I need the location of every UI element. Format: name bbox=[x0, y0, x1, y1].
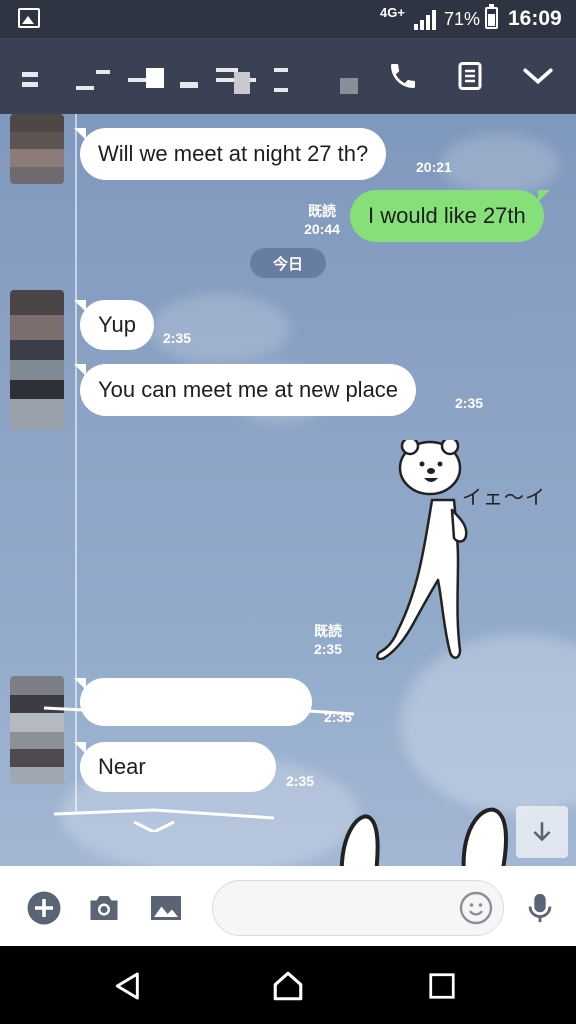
image-icon bbox=[151, 896, 181, 920]
home-button[interactable] bbox=[266, 964, 310, 1008]
message-text: Yup bbox=[98, 312, 136, 337]
message-text: Near bbox=[98, 754, 146, 779]
message-bubble[interactable]: Near bbox=[74, 742, 276, 792]
mic-icon bbox=[528, 893, 552, 923]
notes-button[interactable] bbox=[450, 56, 490, 96]
message-meta: 既読 20:44 bbox=[300, 202, 344, 238]
chat-title[interactable] bbox=[20, 64, 360, 94]
chat-area[interactable]: Will we meet at night 27 th? 20:21 既読 20… bbox=[0, 114, 576, 866]
battery-percent: 71% bbox=[444, 9, 481, 29]
status-bar: 4G+ 71% 16:09 bbox=[0, 0, 576, 38]
back-button[interactable] bbox=[106, 964, 150, 1008]
add-button[interactable] bbox=[24, 888, 64, 928]
message-time: 2:35 bbox=[286, 773, 315, 789]
chevron-down-icon bbox=[523, 68, 553, 85]
chat-header bbox=[0, 38, 576, 114]
gallery-icon bbox=[18, 8, 40, 28]
call-icon bbox=[391, 64, 415, 88]
read-receipt: 既読 bbox=[308, 203, 336, 219]
message-time: 20:44 bbox=[304, 221, 340, 237]
message-text: I would like 27th bbox=[368, 203, 526, 228]
battery-icon bbox=[485, 4, 498, 29]
read-receipt: 既読 bbox=[314, 623, 342, 639]
emoji-icon bbox=[459, 891, 493, 925]
recents-icon bbox=[429, 973, 455, 999]
clock: 16:09 bbox=[508, 7, 562, 30]
network-type: 4G+ bbox=[380, 5, 405, 20]
emoji-button[interactable] bbox=[456, 888, 496, 928]
avatar[interactable] bbox=[10, 290, 64, 430]
camera-button[interactable] bbox=[84, 888, 124, 928]
bear-ears-sticker bbox=[340, 807, 508, 866]
bear-sticker[interactable] bbox=[368, 440, 558, 660]
recents-button[interactable] bbox=[420, 964, 464, 1008]
message-time: 2:35 bbox=[163, 330, 192, 346]
message-bubble-mine[interactable]: I would like 27th bbox=[350, 190, 550, 242]
home-icon bbox=[273, 971, 303, 1001]
sticker-caption: イェ〜イ bbox=[462, 487, 546, 509]
message-meta: 既読 2:35 bbox=[306, 622, 350, 658]
camera-icon bbox=[90, 896, 118, 920]
message-text: Will we meet at night 27 th? bbox=[98, 141, 369, 166]
input-bar bbox=[0, 866, 576, 946]
message-time: 20:21 bbox=[416, 159, 452, 175]
message-time: 2:35 bbox=[313, 641, 343, 657]
scroll-to-bottom-button[interactable] bbox=[516, 806, 568, 858]
date-divider: 今日 bbox=[250, 248, 326, 278]
message-bubble[interactable]: Will we meet at night 27 th? bbox=[74, 128, 387, 180]
notes-icon bbox=[458, 62, 482, 90]
message-bubble[interactable]: You can meet me at new place bbox=[74, 364, 417, 416]
arrow-down-icon bbox=[533, 822, 551, 842]
message-time: 2:35 bbox=[455, 395, 484, 411]
message-time: 2:35 bbox=[324, 709, 353, 725]
add-icon bbox=[27, 891, 61, 925]
avatar[interactable] bbox=[10, 114, 64, 184]
back-icon bbox=[115, 972, 139, 1000]
menu-toggle-button[interactable] bbox=[518, 56, 558, 96]
signal-icon bbox=[414, 10, 436, 30]
call-button[interactable] bbox=[383, 56, 423, 96]
message-text: You can meet me at new place bbox=[98, 377, 399, 402]
navigation-bar bbox=[0, 946, 576, 1024]
message-bubble[interactable]: Yup bbox=[74, 300, 154, 350]
voice-button[interactable] bbox=[520, 888, 560, 928]
image-button[interactable] bbox=[146, 888, 186, 928]
